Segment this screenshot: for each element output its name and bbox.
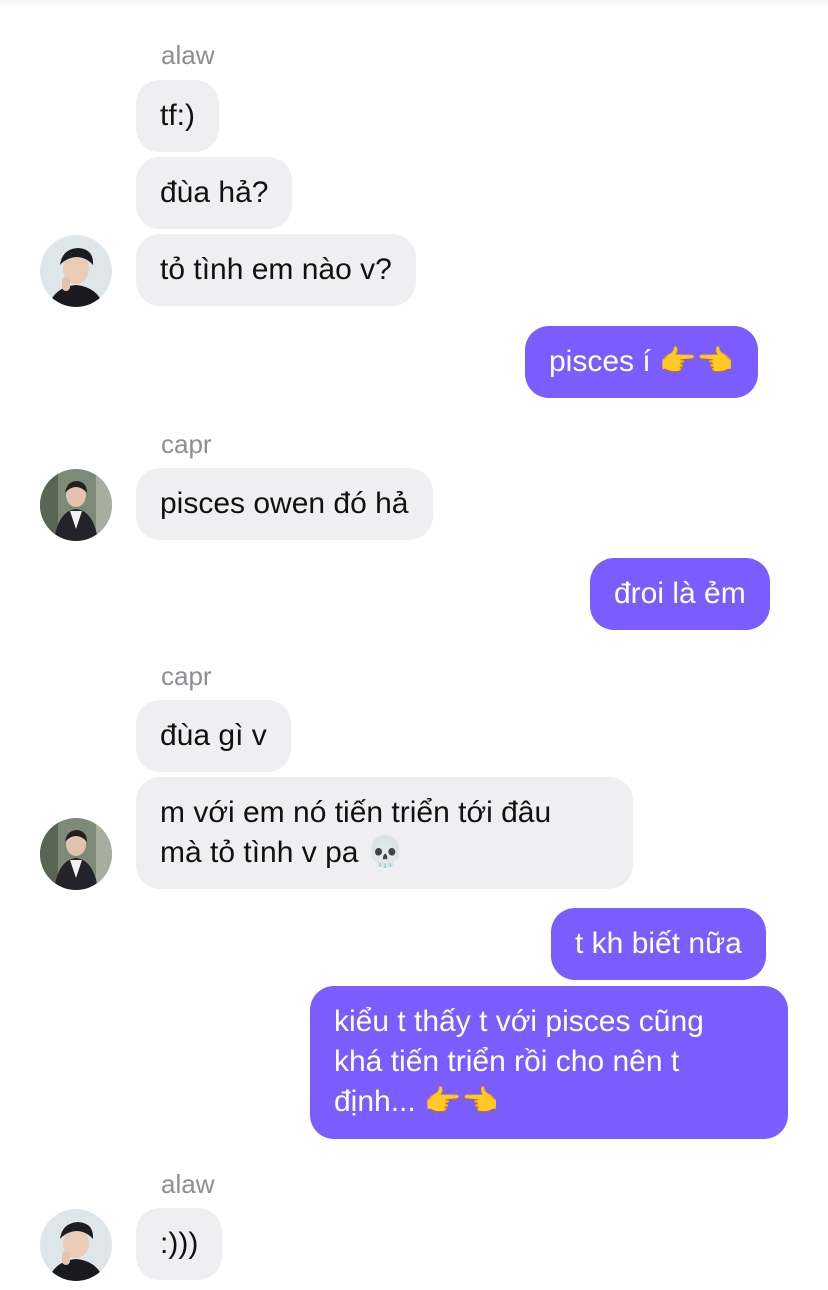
sender-name-capr: capr [161, 661, 212, 691]
alaw-avatar-icon [40, 235, 112, 307]
avatar-alaw[interactable] [40, 235, 112, 307]
sender-name-capr: capr [161, 429, 212, 459]
message-bubble-outgoing[interactable]: t kh biết nữa [551, 908, 766, 980]
message-bubble-incoming[interactable]: :))) [136, 1208, 223, 1280]
message-bubble-incoming[interactable]: tf:) [136, 80, 219, 152]
message-bubble-outgoing[interactable]: kiểu t thấy t với pisces cũng khá tiến t… [310, 986, 788, 1139]
avatar-alaw[interactable] [40, 1209, 112, 1281]
top-bar [0, 0, 828, 8]
alaw-avatar-icon [40, 1209, 112, 1281]
capr-avatar-icon [40, 469, 112, 541]
message-bubble-incoming[interactable]: đùa gì v [136, 700, 291, 772]
avatar-capr[interactable] [40, 818, 112, 890]
message-bubble-incoming[interactable]: m với em nó tiến triển tới đâu mà tỏ tìn… [136, 777, 633, 889]
avatar-capr[interactable] [40, 469, 112, 541]
message-bubble-incoming[interactable]: tỏ tình em nào v? [136, 234, 416, 306]
message-bubble-incoming[interactable]: pisces owen đó hả [136, 468, 433, 540]
message-bubble-outgoing[interactable]: đroi là ẻm [590, 558, 770, 630]
message-bubble-incoming[interactable]: đùa hả? [136, 157, 293, 229]
message-bubble-outgoing[interactable]: pisces í 👉👈 [525, 326, 758, 398]
capr-avatar-icon [40, 818, 112, 890]
sender-name-alaw: alaw [161, 1169, 215, 1199]
sender-name-alaw: alaw [161, 40, 215, 70]
